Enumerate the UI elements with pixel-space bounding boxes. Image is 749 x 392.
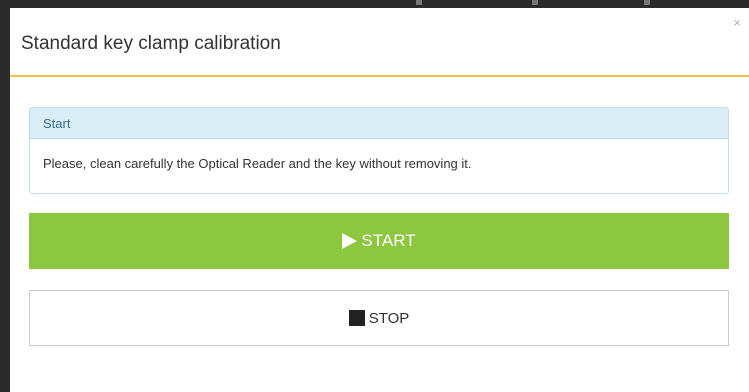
stop-icon — [348, 310, 365, 326]
modal-title: Standard key clamp calibration — [21, 33, 281, 54]
calibration-modal: Standard key clamp calibration × Start P… — [10, 8, 749, 392]
start-button[interactable]: START — [29, 213, 729, 269]
close-icon[interactable]: × — [733, 16, 741, 29]
backdrop-mark — [416, 0, 422, 5]
info-panel: Start Please, clean carefully the Optica… — [29, 107, 729, 194]
play-icon — [342, 233, 358, 249]
backdrop-edge — [0, 0, 10, 392]
backdrop-mark — [532, 0, 538, 5]
backdrop — [0, 0, 749, 8]
panel-message: Please, clean carefully the Optical Read… — [43, 156, 472, 171]
stop-button-label: STOP — [368, 309, 410, 327]
stop-button[interactable]: STOP — [29, 290, 729, 346]
panel-heading: Start — [30, 108, 728, 139]
modal-header: Standard key clamp calibration × — [10, 8, 749, 77]
start-button-label: START — [361, 231, 416, 250]
screen: Standard key clamp calibration × Start P… — [0, 0, 749, 392]
backdrop-mark — [644, 0, 650, 5]
